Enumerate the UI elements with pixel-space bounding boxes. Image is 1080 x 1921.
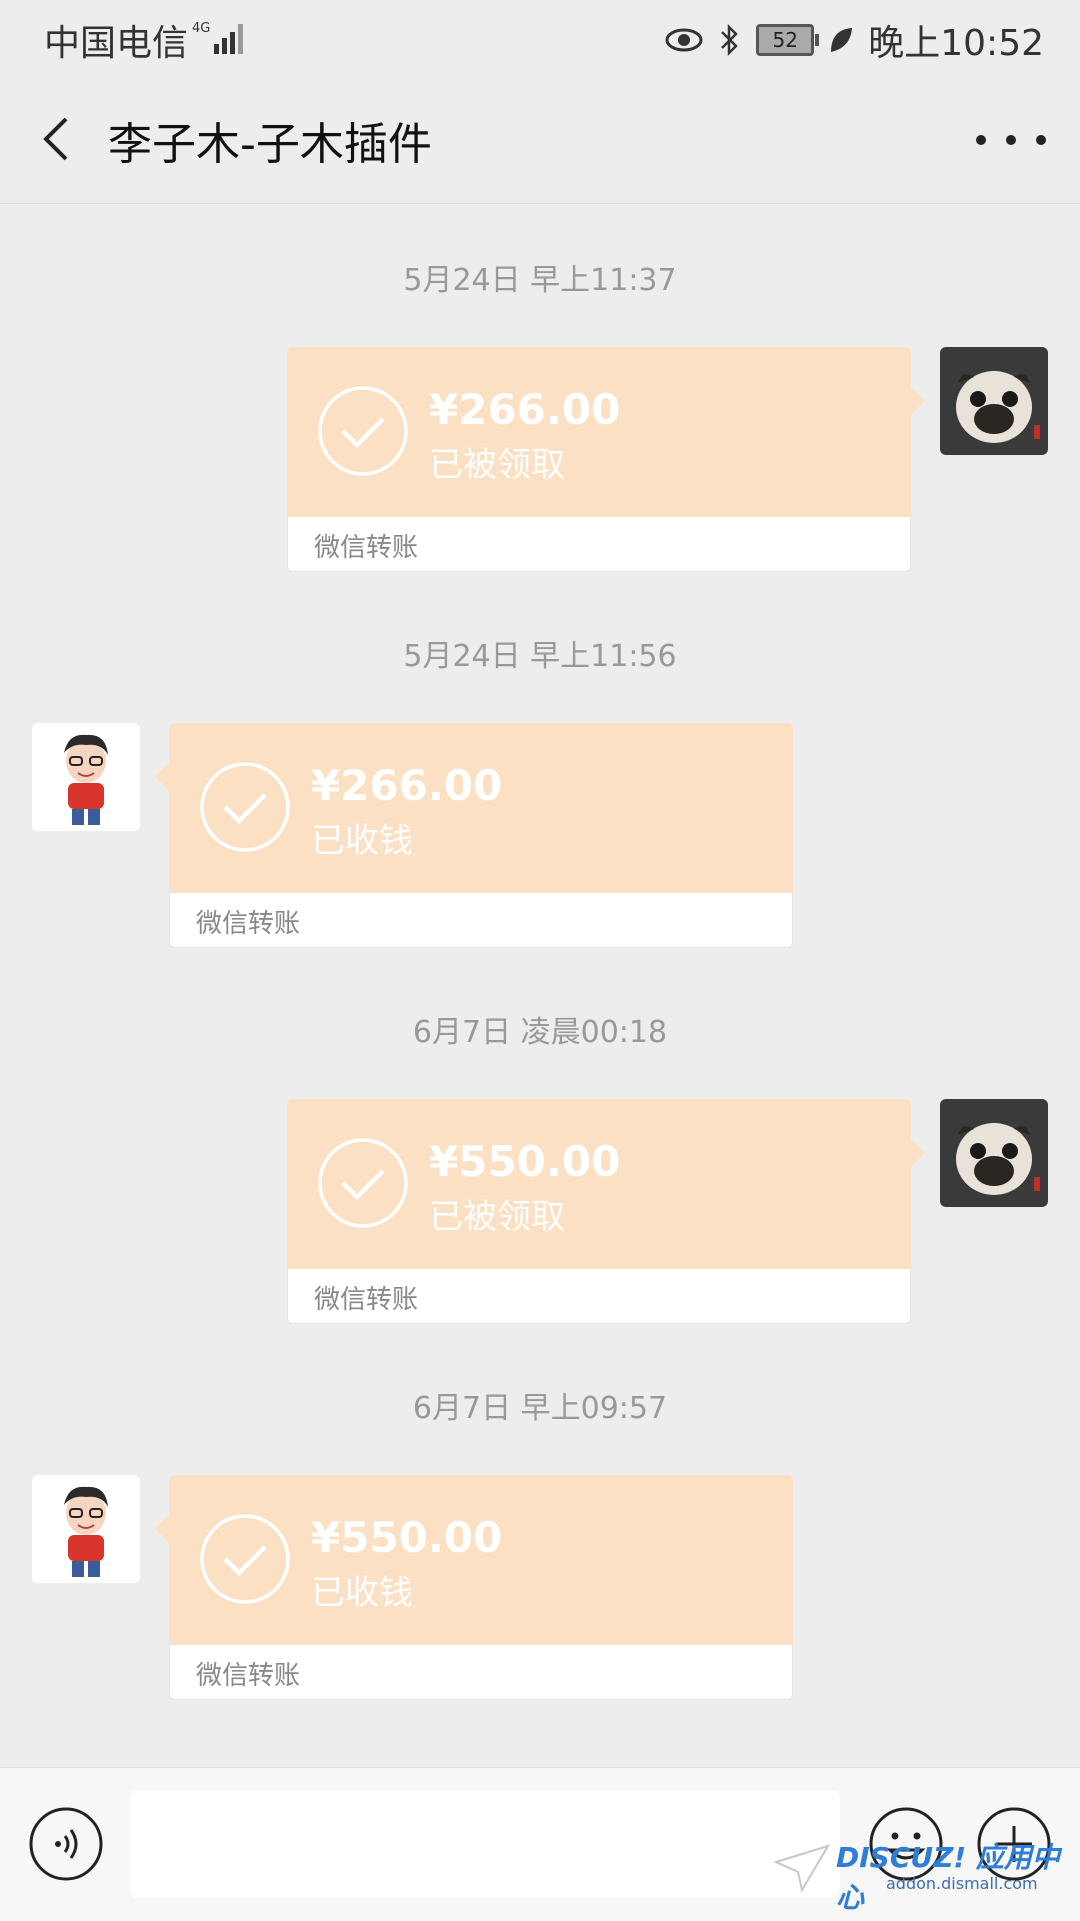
transfer-label: 微信转账 [314,1285,419,1315]
pug-avatar-icon [940,347,1048,455]
transfer-bubble[interactable]: ¥266.00 已被领取 微信转账 [287,347,925,573]
check-circle-icon [318,1138,408,1228]
avatar[interactable] [32,1475,140,1583]
signal-icon: 4G [192,21,243,54]
leaf-icon [831,28,853,52]
message-timestamp: 5月24日 早上11:56 [403,639,677,674]
cartoon-boy-avatar-icon [32,723,140,831]
avatar[interactable] [940,347,1048,455]
message-timestamp: 5月24日 早上11:37 [403,263,677,298]
voice-input-icon[interactable] [28,1806,104,1882]
message-input[interactable] [130,1790,840,1898]
transfer-amount: ¥550.00 [311,1513,503,1562]
message-timestamp: 6月7日 早上09:57 [412,1391,668,1426]
watermark-logo: DISCUZ! 应用中心 addon.dismall.com [766,1826,1066,1914]
transfer-amount: ¥266.00 [429,385,621,434]
avatar[interactable] [32,723,140,831]
transfer-status: 已收钱 [311,821,413,861]
pug-avatar-icon [940,1099,1048,1207]
transfer-label: 微信转账 [314,533,419,563]
transfer-amount: ¥266.00 [311,761,503,810]
back-arrow-icon[interactable] [30,109,90,169]
chat-header: 李子木-子木插件 [0,75,1080,204]
message-timestamp: 6月7日 凌晨00:18 [412,1015,668,1050]
chat-title: 李子木-子木插件 [108,119,432,170]
clock: 晚上10:52 [868,23,1044,64]
battery-icon: 52 [756,24,820,56]
transfer-label: 微信转账 [196,1661,301,1691]
transfer-status: 已收钱 [311,1573,413,1613]
watermark-url: addon.dismall.com [886,1874,1038,1893]
carrier-label: 中国电信 [44,23,189,64]
paper-plane-icon [773,1844,831,1893]
eye-icon [665,28,703,52]
more-options-icon[interactable] [976,115,1046,165]
transfer-bubble[interactable]: ¥550.00 已收钱 微信转账 [155,1475,793,1701]
check-circle-icon [200,762,290,852]
check-circle-icon [200,1514,290,1604]
transfer-label: 微信转账 [196,909,301,939]
svg-text:4G: 4G [192,21,210,36]
cartoon-boy-avatar-icon [32,1475,140,1583]
transfer-bubble[interactable]: ¥550.00 已被领取 微信转账 [287,1099,925,1325]
transfer-bubble[interactable]: ¥266.00 已收钱 微信转账 [155,723,793,949]
transfer-amount: ¥550.00 [429,1137,621,1186]
bluetooth-icon [721,23,739,57]
transfer-status: 已被领取 [429,1197,565,1237]
status-bar: 中国电信 4G 52 晚上10:52 [0,0,1080,75]
transfer-status: 已被领取 [429,445,565,485]
avatar[interactable] [940,1099,1048,1207]
check-circle-icon [318,386,408,476]
